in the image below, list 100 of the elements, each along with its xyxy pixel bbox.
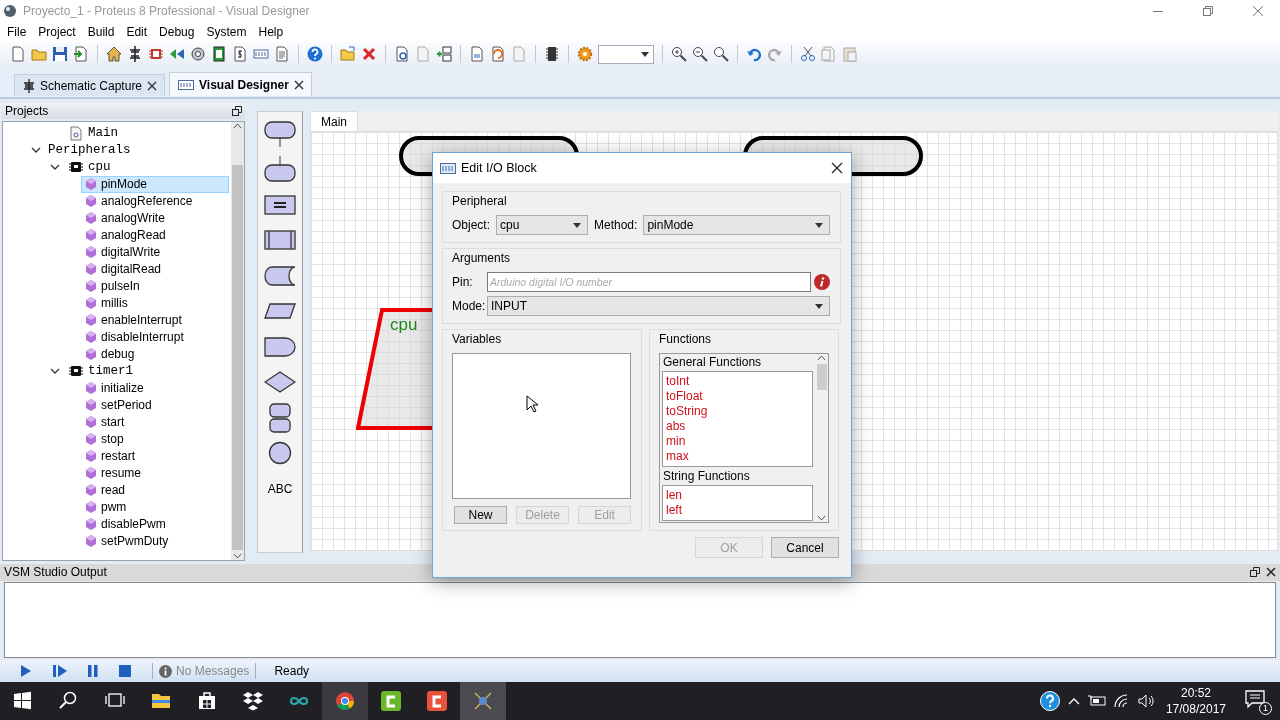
mode-dropdown[interactable]: INPUT <box>487 296 830 316</box>
canvas-tab[interactable]: Main <box>310 110 358 131</box>
document-refresh-icon[interactable] <box>394 46 410 62</box>
zoom-in-icon[interactable] <box>671 46 687 62</box>
scroll-up-icon[interactable] <box>817 354 826 362</box>
tree-item[interactable]: timer1 <box>64 362 229 380</box>
method-dropdown[interactable]: pinMode <box>643 215 830 235</box>
search-icon[interactable] <box>59 691 79 711</box>
document-tab[interactable]: Visual Designer <box>169 72 312 96</box>
tree-item[interactable]: start <box>81 413 229 431</box>
function-item[interactable]: len <box>666 488 809 503</box>
battery-icon[interactable] <box>1087 695 1106 707</box>
menu-item[interactable]: Debug <box>153 23 201 41</box>
chip-icon[interactable] <box>148 46 164 62</box>
tree-item[interactable]: Peripherals <box>43 141 229 159</box>
tree-item[interactable]: analogWrite <box>81 209 229 227</box>
function-item[interactable]: toFloat <box>666 389 809 404</box>
tree-item[interactable]: disableInterrupt <box>81 328 229 346</box>
diamond-icon[interactable] <box>264 371 296 394</box>
chevron-up-icon[interactable] <box>1067 697 1080 705</box>
vertical-scrollbar[interactable] <box>815 354 828 522</box>
menu-item[interactable]: Help <box>252 23 290 41</box>
open-folder-icon[interactable] <box>340 46 356 62</box>
notification-icon[interactable] <box>1244 688 1266 710</box>
tree-item[interactable]: enableInterrupt <box>81 311 229 329</box>
c-shape-icon[interactable] <box>427 691 447 711</box>
document-tab[interactable]: Schematic Capture <box>14 74 166 96</box>
menu-item[interactable]: File <box>1 23 33 41</box>
clock[interactable]: 20:52 17/08/2017 <box>1165 685 1226 717</box>
subroutine-box-icon[interactable] <box>264 230 296 251</box>
scroll-down-icon[interactable] <box>233 551 242 560</box>
tree-item[interactable]: analogReference <box>81 192 229 210</box>
tree-item[interactable]: pulseIn <box>81 277 229 295</box>
zoom-icon[interactable] <box>713 46 729 62</box>
close-icon[interactable] <box>1266 567 1276 578</box>
c-shape-icon[interactable] <box>381 691 401 711</box>
tree-item[interactable]: digitalRead <box>81 260 229 278</box>
text-document-icon[interactable] <box>274 46 290 62</box>
start-terminator-icon[interactable] <box>264 120 296 147</box>
speaker-icon[interactable] <box>1137 694 1154 708</box>
framed-document-icon[interactable] <box>211 46 227 62</box>
component-icon[interactable] <box>127 46 143 62</box>
dialog-button[interactable]: Cancel <box>771 537 839 558</box>
parallelogram-icon[interactable] <box>264 303 296 320</box>
diamonds-icon[interactable] <box>243 691 263 711</box>
tree-item[interactable]: pinMode <box>81 175 229 193</box>
house-icon[interactable] <box>106 46 122 62</box>
restore-icon[interactable] <box>1250 567 1260 578</box>
menu-item[interactable]: Build <box>81 23 121 41</box>
binary-document-icon[interactable] <box>469 46 485 62</box>
storage-shape-icon[interactable] <box>264 265 296 286</box>
scroll-up-icon[interactable] <box>233 121 242 130</box>
scrollbar-thumb[interactable] <box>232 164 243 550</box>
star-burst-icon[interactable] <box>473 691 493 711</box>
restore-icon[interactable] <box>232 105 242 116</box>
menu-item[interactable]: Project <box>32 23 82 41</box>
tree-item[interactable]: debug <box>81 345 229 363</box>
circle-icon[interactable] <box>268 441 292 466</box>
vertical-scrollbar[interactable] <box>231 121 244 560</box>
tree-item[interactable]: read <box>81 481 229 499</box>
function-item[interactable]: toString <box>666 404 809 419</box>
scissors-icon[interactable] <box>800 46 816 62</box>
text-tool[interactable]: ABC <box>267 481 293 496</box>
menu-item[interactable]: Edit <box>120 23 154 41</box>
function-item[interactable]: min <box>666 434 809 449</box>
pin-field[interactable]: Arduino digital I/O number <box>487 272 811 292</box>
dollar-document-icon[interactable] <box>232 46 248 62</box>
stacked-box-icon[interactable] <box>269 402 291 433</box>
triangles-icon[interactable] <box>169 46 185 62</box>
tree-item[interactable]: resume <box>81 464 229 482</box>
function-item[interactable]: toInt <box>666 374 809 389</box>
variables-list[interactable] <box>452 353 631 499</box>
document-icon[interactable] <box>10 46 26 62</box>
document-arrow-icon[interactable] <box>73 46 89 62</box>
delete-icon[interactable] <box>361 46 377 62</box>
close-icon[interactable] <box>831 162 843 174</box>
menu-item[interactable]: System <box>200 23 253 41</box>
add-block-icon[interactable] <box>436 46 452 62</box>
function-item[interactable]: abs <box>666 419 809 434</box>
tree-item[interactable]: cpu <box>64 158 229 176</box>
chip-icon[interactable] <box>544 46 560 62</box>
undo-icon[interactable] <box>746 46 762 62</box>
document-refresh-icon[interactable] <box>490 46 506 62</box>
tree-item[interactable]: setPwmDuty <box>81 532 229 550</box>
function-item[interactable]: max <box>666 449 809 464</box>
gear-icon[interactable] <box>577 46 593 62</box>
function-item[interactable]: left <box>666 503 809 518</box>
tree-item[interactable]: analogRead <box>81 226 229 244</box>
tree-item[interactable]: Main <box>64 124 229 142</box>
step-icon[interactable] <box>53 664 67 678</box>
folder-icon[interactable] <box>151 691 171 711</box>
zoom-out-icon[interactable] <box>692 46 708 62</box>
pause-icon[interactable] <box>88 664 98 678</box>
close-icon[interactable] <box>293 79 304 90</box>
scroll-down-icon[interactable] <box>817 514 826 522</box>
tree-item[interactable]: millis <box>81 294 229 312</box>
tree-item[interactable]: pwm <box>81 498 229 516</box>
object-dropdown[interactable]: cpu <box>496 215 588 235</box>
tree-item[interactable]: digitalWrite <box>81 243 229 261</box>
wifi-icon[interactable] <box>1113 694 1130 708</box>
